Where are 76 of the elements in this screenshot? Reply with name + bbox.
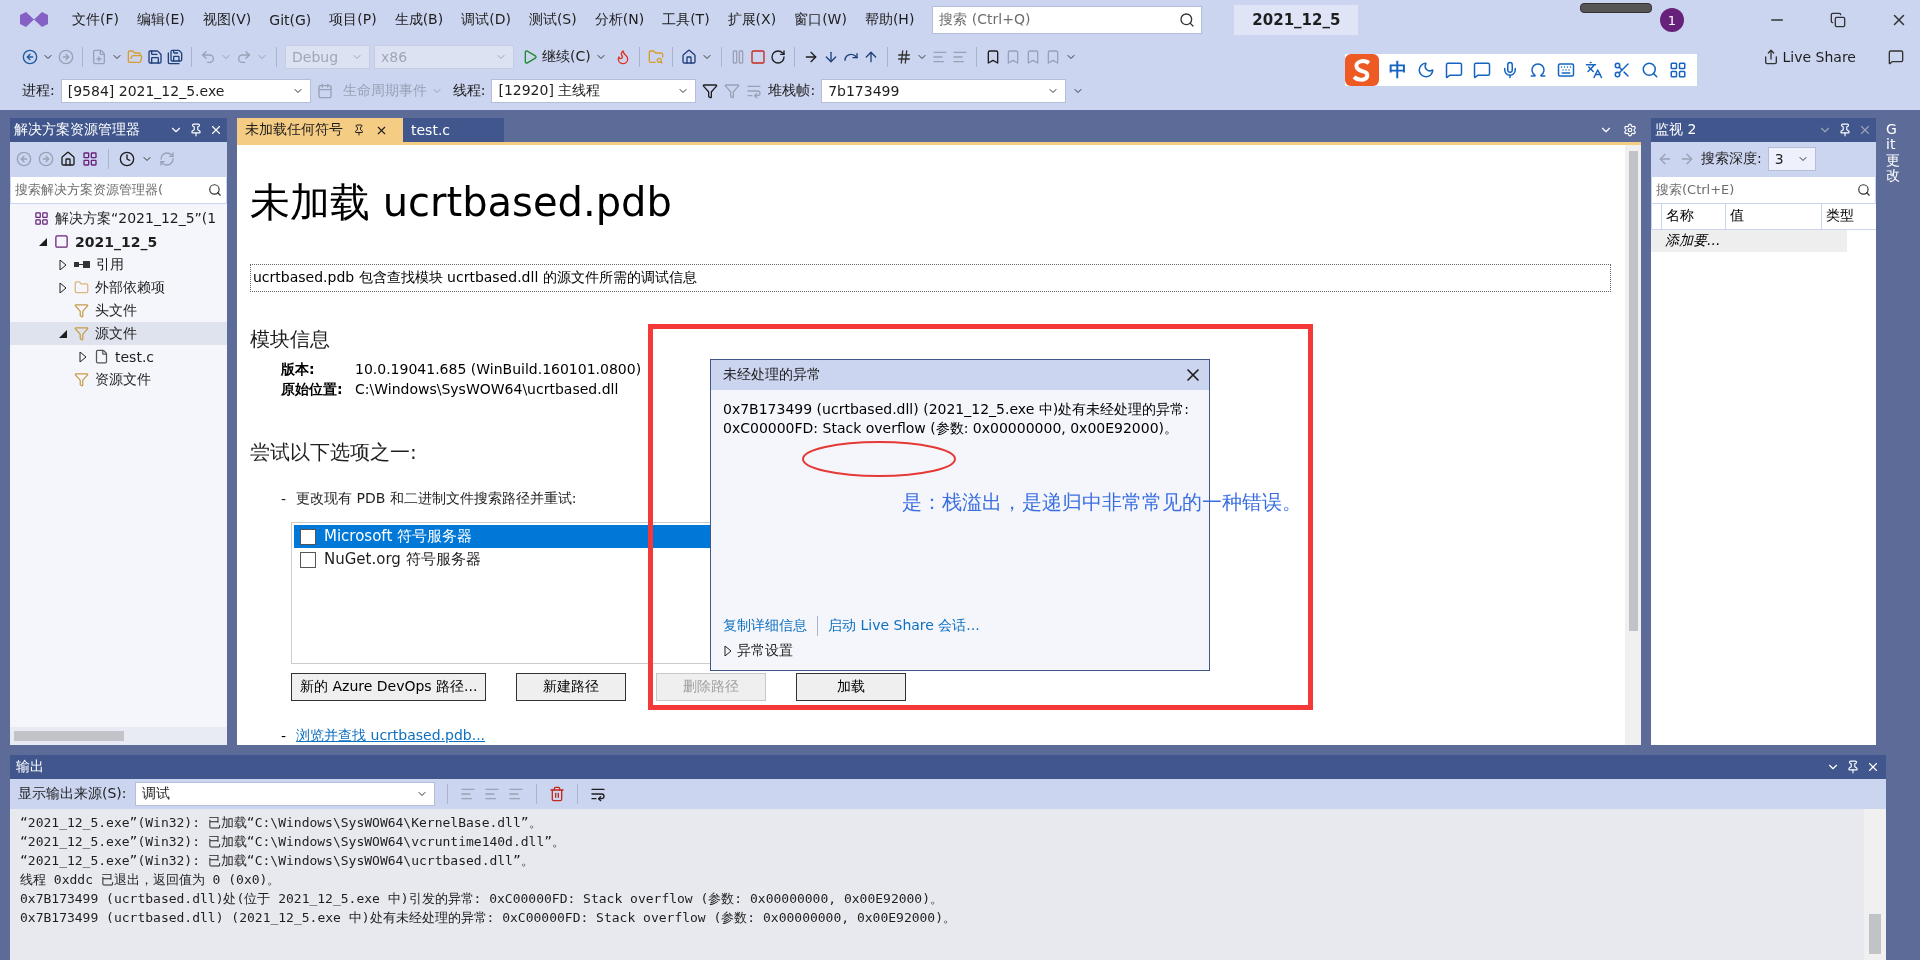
menu-item[interactable]: Git(G): [261, 8, 320, 32]
process-dropdown[interactable]: [9584] 2021_12_5.exe: [60, 79, 311, 103]
menu-item[interactable]: 文件(F): [64, 7, 127, 33]
thread-dropdown[interactable]: [12920] 主线程: [491, 79, 697, 103]
tree-item[interactable]: 外部依赖项: [10, 276, 227, 299]
action-button[interactable]: 新的 Azure DevOps 路径...: [291, 673, 487, 701]
menu-item[interactable]: 视图(V): [194, 7, 260, 33]
column-header[interactable]: 值: [1725, 204, 1821, 229]
live-share-button[interactable]: Live Share: [1758, 47, 1860, 67]
menu-item[interactable]: 测试(S): [520, 7, 585, 33]
output-line: 线程 0xddc 已退出，返回值为 0 (0x0)。: [20, 871, 282, 889]
section-heading: 模块信息: [250, 326, 330, 353]
dash-text: -: [281, 728, 287, 744]
search-field[interactable]: 搜索(Ctrl+E): [1651, 176, 1876, 204]
menu-item[interactable]: 窗口(W): [786, 7, 855, 33]
panel-title: 解决方案资源管理器: [14, 121, 140, 139]
panel-title: 监视 2: [1655, 121, 1697, 139]
action-button[interactable]: 加载: [796, 673, 907, 701]
field-label: 原始位置:: [281, 381, 344, 399]
add-watch-row[interactable]: 添加要...: [1651, 230, 1847, 252]
output-source-dropdown[interactable]: 调试: [134, 782, 435, 806]
column-header[interactable]: 类型: [1821, 204, 1876, 229]
document-tab[interactable]: 未加载任何符号: [237, 118, 403, 142]
action-button[interactable]: 新建路径: [516, 673, 627, 701]
menu-item[interactable]: 工具(T): [654, 7, 718, 33]
side-tab[interactable]: Git 更改: [1886, 122, 1900, 184]
search-field[interactable]: 搜索解决方案资源管理器(: [10, 176, 227, 204]
output-line: 0x7B173499 (ucrtbased.dll)处(位于 2021_12_5.exe 中)引发的异常: 0xC00000FD: Stack overflow (参数: 0x00000000, 0x00E92000)。: [20, 890, 944, 908]
exception-settings-toggle[interactable]: 异常设置: [711, 636, 1209, 670]
solution-name: 2021_12_5: [1234, 5, 1359, 35]
menu-item[interactable]: 编辑(E): [129, 7, 193, 33]
thread-label: 线程:: [452, 82, 486, 100]
account-badge[interactable]: 1: [1660, 8, 1684, 32]
output-line: 0x7B173499 (ucrtbased.dll) (2021_12_5.exe 中)处有未经处理的异常: 0xC00000FD: Stack overflow (参数: 0x00000000, 0x00E92000)。: [20, 909, 957, 927]
panel-title: 输出: [16, 758, 44, 776]
section-heading: 尝试以下选项之一:: [250, 439, 417, 466]
tree-item[interactable]: 源文件: [10, 322, 227, 345]
menu-item[interactable]: 生成(B): [386, 7, 452, 33]
tree-item[interactable]: 头文件: [10, 299, 227, 322]
menu-item[interactable]: 扩展(X): [719, 7, 785, 33]
menu-item[interactable]: 帮助(H): [856, 7, 923, 33]
column-header[interactable]: 名称: [1661, 204, 1725, 229]
dialog-link[interactable]: 启动 Live Share 会话...: [828, 617, 980, 635]
search-field[interactable]: 搜索 (Ctrl+Q): [932, 6, 1203, 34]
list-item[interactable]: NuGet.org 符号服务器: [294, 548, 808, 571]
tree-item[interactable]: 引用: [10, 253, 227, 276]
tree-item[interactable]: test.c: [10, 345, 227, 368]
description-text: ucrtbased.pdb 包含查找模块 ucrtbased.dll 的源文件所需的调试信息: [250, 264, 1611, 292]
tree-item[interactable]: 资源文件: [10, 368, 227, 391]
dialog-title: 未经处理的异常: [723, 366, 821, 384]
dialog-link[interactable]: 复制详细信息: [723, 617, 807, 635]
field-value: C:\Windows\SysWOW64\ucrtbased.dll: [355, 381, 620, 399]
process-label: 进程:: [22, 82, 55, 100]
output-line: “2021_12_5.exe”(Win32): 已加载“C:\Windows\SysWOW64\vcruntime140d.dll”。: [20, 833, 567, 851]
continue-button[interactable]: 继续(C): [518, 46, 611, 68]
source-label: 显示输出来源(S):: [18, 785, 127, 803]
tree-item[interactable]: 解决方案“2021_12_5”(1: [10, 207, 227, 230]
stack-frame-label: 堆栈帧:: [768, 82, 816, 100]
option-text: 更改现有 PDB 和二进制文件搜索路径并重试:: [296, 490, 577, 508]
tree-item[interactable]: 2021_12_5: [10, 230, 227, 253]
menu-item[interactable]: 调试(D): [453, 7, 519, 33]
output-line: “2021_12_5.exe”(Win32): 已加载“C:\Windows\SysWOW64\ucrtbased.dll”。: [20, 852, 535, 870]
field-value: 10.0.19041.685 (WinBuild.160101.0800): [355, 361, 642, 379]
field-label: 版本:: [281, 361, 316, 379]
stack-frame-dropdown[interactable]: 7b173499: [821, 79, 1067, 103]
dash-text: -: [281, 491, 287, 507]
exception-message: 0x7B173499 (ucrtbased.dll) (2021_12_5.exe 中)处有未经处理的异常: 0xC00000FD: Stack overflow (参数: 0x00000000, 0x00E92000)。: [723, 401, 1189, 436]
document-tab[interactable]: test.c: [403, 118, 504, 142]
page-heading: 未加载 ucrtbased.pdb: [250, 178, 672, 227]
depth-dropdown[interactable]: 3: [1767, 147, 1816, 171]
browse-link[interactable]: 浏览并查找 ucrtbased.pdb...: [296, 727, 486, 745]
depth-label: 搜索深度:: [1701, 150, 1762, 168]
menu-item[interactable]: 分析(N): [586, 7, 653, 33]
output-line: “2021_12_5.exe”(Win32): 已加载“C:\Windows\SysWOW64\KernelBase.dll”。: [20, 814, 543, 832]
menu-item[interactable]: 项目(P): [321, 7, 385, 33]
input-mode[interactable]: 中: [1389, 58, 1407, 82]
